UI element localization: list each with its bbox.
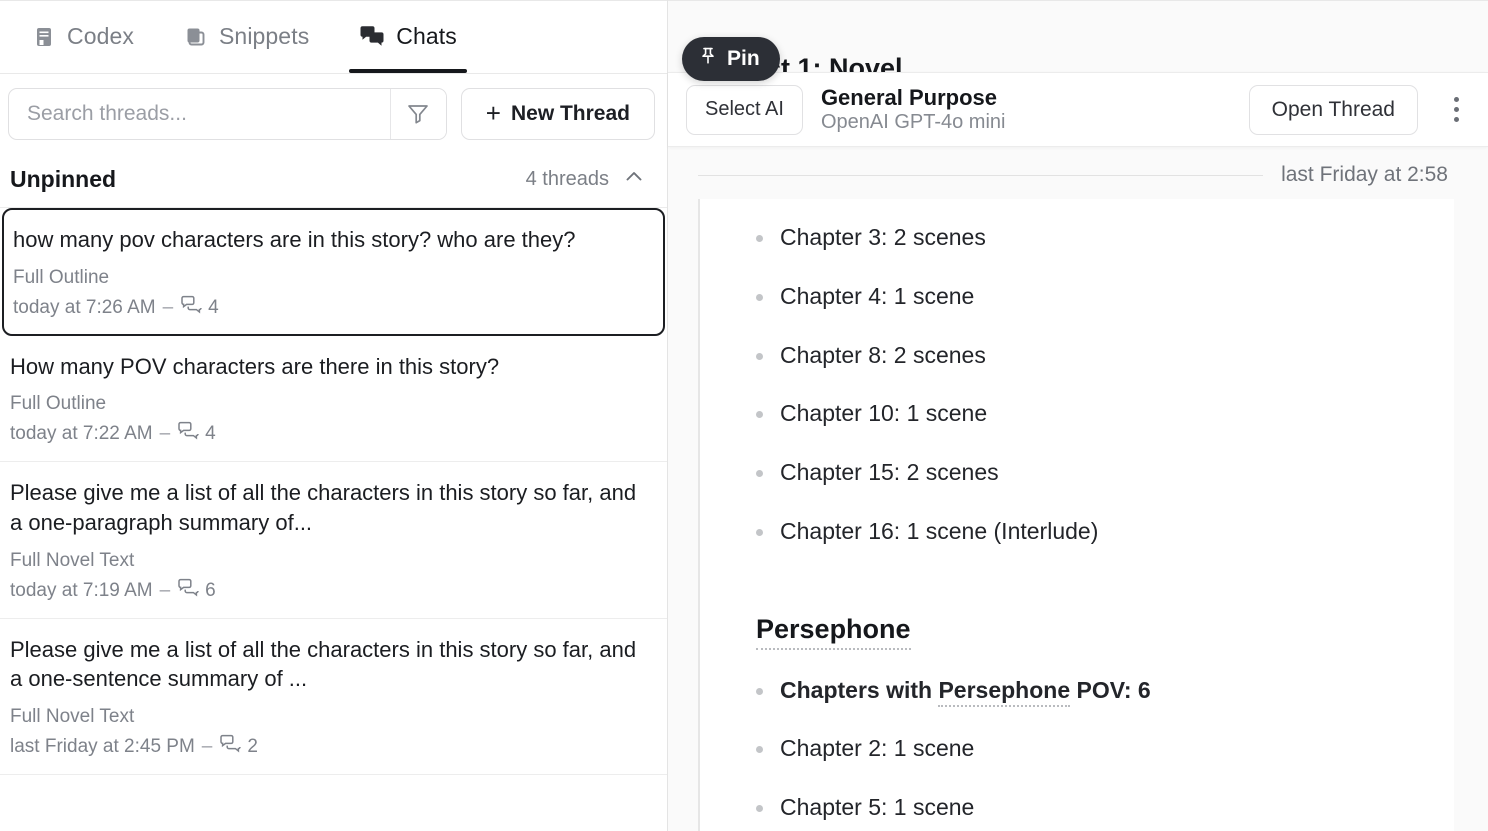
- messages-icon: [177, 578, 199, 604]
- thread-title: How many POV characters are there in thi…: [10, 352, 651, 382]
- kebab-dot: [1454, 97, 1459, 102]
- list-item: Chapter 10: 1 scene: [728, 399, 1426, 428]
- group-header-right: 4 threads: [526, 166, 645, 193]
- thread-message-count: 2: [219, 734, 258, 760]
- chapter-list-top: Chapter 3: 2 scenes Chapter 4: 1 scene C…: [728, 223, 1426, 546]
- pin-tooltip-label: Pin: [727, 47, 760, 71]
- pushpin-icon: [698, 46, 718, 72]
- thread-meta: today at 7:19 AM – 6: [10, 578, 651, 604]
- message-card: Chapter 3: 2 scenes Chapter 4: 1 scene C…: [698, 199, 1454, 831]
- tab-chats-label: Chats: [396, 25, 457, 48]
- tab-chats[interactable]: Chats: [337, 1, 479, 73]
- thread-title: Please give me a list of all the charact…: [10, 478, 651, 537]
- thread-title: Please give me a list of all the charact…: [10, 635, 651, 694]
- thread-header-bar: Select AI General Purpose OpenAI GPT-4o …: [668, 72, 1488, 147]
- messages-icon: [219, 734, 241, 760]
- thread-meta-dash: –: [202, 736, 213, 758]
- section-heading-persephone: Persephone: [756, 614, 911, 650]
- open-thread-button[interactable]: Open Thread: [1249, 85, 1418, 135]
- thread-list-item[interactable]: How many POV characters are there in thi…: [0, 336, 667, 463]
- book-icon: [32, 25, 56, 49]
- select-ai-button[interactable]: Select AI: [686, 85, 803, 135]
- kebab-dot: [1454, 117, 1459, 122]
- threads-panel: Codex Snippets Chats: [0, 0, 668, 831]
- tab-codex[interactable]: Codex: [10, 1, 156, 73]
- pov-line-prefix: Chapters with: [780, 677, 938, 703]
- pov-line-suffix: POV: 6: [1070, 677, 1151, 703]
- tab-snippets[interactable]: Snippets: [162, 1, 331, 73]
- conversation-time-divider: last Friday at 2:58: [668, 147, 1488, 199]
- new-thread-button[interactable]: + New Thread: [461, 88, 655, 140]
- ai-meta: General Purpose OpenAI GPT-4o mini: [821, 85, 1006, 134]
- thread-list-item[interactable]: how many pov characters are in this stor…: [2, 208, 665, 336]
- thread-source: Full Outline: [10, 393, 651, 415]
- kebab-menu-icon[interactable]: [1436, 86, 1476, 134]
- pin-tooltip[interactable]: Pin: [682, 37, 780, 81]
- snippets-icon: [184, 25, 208, 49]
- panel-tabbar: Codex Snippets Chats: [0, 0, 667, 74]
- list-item: Chapter 15: 2 scenes: [728, 458, 1426, 487]
- search-group: [8, 88, 447, 140]
- thread-source: Full Novel Text: [10, 550, 651, 572]
- thread-time: last Friday at 2:45 PM: [10, 736, 195, 758]
- unpinned-group-header[interactable]: Unpinned 4 threads: [0, 154, 667, 208]
- chevron-up-icon[interactable]: [623, 166, 645, 193]
- thread-meta: today at 7:26 AM – 4: [13, 295, 648, 321]
- messages-icon: [177, 421, 199, 447]
- thread-meta: today at 7:22 AM – 4: [10, 421, 651, 447]
- kebab-dot: [1454, 107, 1459, 112]
- ai-model: OpenAI GPT-4o mini: [821, 111, 1006, 134]
- thread-message-count: 4: [177, 421, 216, 447]
- conversation-body: last Friday at 2:58 Chapter 3: 2 scenes …: [668, 147, 1488, 831]
- list-item: Chapter 2: 1 scene: [728, 734, 1426, 763]
- search-row: + New Thread: [0, 74, 667, 154]
- messages-count-value: 4: [205, 423, 216, 445]
- list-item: Chapter 5: 1 scene: [728, 793, 1426, 822]
- list-item-pov-count: Chapters with Persephone POV: 6: [728, 676, 1426, 705]
- plus-icon: +: [486, 100, 501, 126]
- group-title: Unpinned: [10, 166, 116, 193]
- group-thread-count: 4 threads: [526, 168, 609, 191]
- search-input[interactable]: [9, 89, 390, 139]
- thread-meta-dash: –: [160, 580, 171, 602]
- ai-name: General Purpose: [821, 85, 1006, 110]
- chat-bubbles-icon: [359, 25, 385, 49]
- thread-time: today at 7:22 AM: [10, 423, 153, 445]
- filter-funnel-icon: [405, 100, 431, 129]
- thread-list: how many pov characters are in this stor…: [0, 208, 667, 831]
- list-item: Chapter 16: 1 scene (Interlude): [728, 517, 1426, 546]
- thread-title: how many pov characters are in this stor…: [13, 225, 648, 255]
- thread-meta: last Friday at 2:45 PM – 2: [10, 734, 651, 760]
- thread-message-count: 6: [177, 578, 216, 604]
- list-item: Chapter 3: 2 scenes: [728, 223, 1426, 252]
- messages-count-value: 4: [208, 297, 219, 319]
- messages-count-value: 6: [205, 580, 216, 602]
- panel-top-rule: [0, 0, 667, 1]
- thread-source: Full Novel Text: [10, 706, 651, 728]
- thread-time: today at 7:26 AM: [13, 297, 156, 319]
- app-root: Codex Snippets Chats: [0, 0, 1488, 831]
- messages-icon: [180, 295, 202, 321]
- tab-codex-label: Codex: [67, 25, 134, 48]
- thread-list-item[interactable]: Please give me a list of all the charact…: [0, 462, 667, 618]
- thread-list-item[interactable]: Please give me a list of all the charact…: [0, 619, 667, 775]
- messages-count-value: 2: [247, 736, 258, 758]
- pov-line-name: Persephone: [938, 677, 1070, 707]
- conversation-timestamp: last Friday at 2:58: [1281, 163, 1448, 187]
- thread-meta-dash: –: [163, 297, 174, 319]
- thread-meta-dash: –: [160, 423, 171, 445]
- tab-snippets-label: Snippets: [219, 25, 309, 48]
- thread-detail-panel: ⌄ Act 1: Novel Pin Select AI General Pur…: [668, 0, 1488, 831]
- thread-source: Full Outline: [13, 267, 648, 289]
- filter-button[interactable]: [390, 89, 446, 139]
- new-thread-label: New Thread: [511, 102, 630, 126]
- list-item: Chapter 4: 1 scene: [728, 282, 1426, 311]
- persephone-pov-list: Chapters with Persephone POV: 6 Chapter …: [728, 676, 1426, 822]
- list-item: Chapter 8: 2 scenes: [728, 341, 1426, 370]
- thread-message-count: 4: [180, 295, 219, 321]
- divider-line: [698, 175, 1263, 176]
- thread-time: today at 7:19 AM: [10, 580, 153, 602]
